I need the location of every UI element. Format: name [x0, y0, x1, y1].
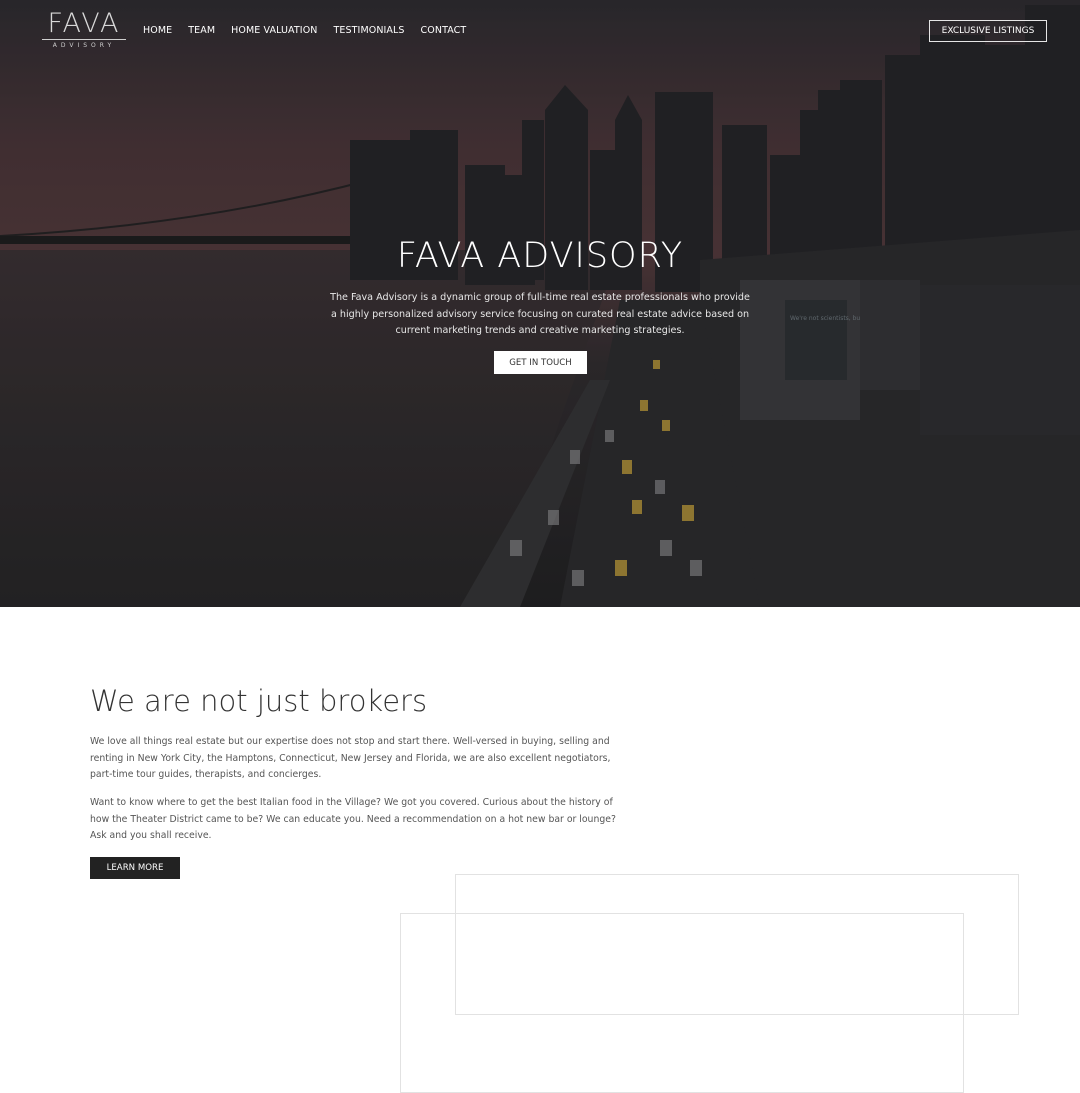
logo-wordmark: FAVA — [47, 8, 121, 39]
nav-team[interactable]: TEAM — [188, 25, 215, 36]
hero-title: FAVA ADVISORY — [396, 236, 684, 276]
hero-description: The Fava Advisory is a dynamic group of … — [330, 292, 750, 336]
exclusive-listings-button[interactable]: EXCLUSIVE LISTINGS — [929, 20, 1047, 42]
nav-home[interactable]: HOME — [143, 25, 172, 36]
hero-section: We're not scientists, but we totally get… — [0, 0, 1080, 607]
fava-advisory-logo[interactable]: FAVA ADVISORY — [42, 10, 126, 50]
nav-testimonials[interactable]: TESTIMONIALS — [334, 25, 405, 36]
logo-rule — [42, 39, 126, 40]
nav-home-valuation[interactable]: HOME VALUATION — [231, 25, 317, 36]
logo-subline: ADVISORY — [52, 42, 116, 49]
nav-contact[interactable]: CONTACT — [421, 25, 467, 36]
main-nav: HOME TEAM HOME VALUATION TESTIMONIALS CO… — [143, 25, 482, 36]
about-title: We are not just brokers — [90, 684, 428, 718]
about-paragraph-1: We love all things real estate but our e… — [90, 736, 611, 781]
learn-more-button[interactable]: LEARN MORE — [90, 857, 180, 879]
about-paragraph-2: Want to know where to get the best Itali… — [90, 797, 616, 842]
decorative-frame-2 — [400, 913, 964, 1093]
get-in-touch-button[interactable]: GET IN TOUCH — [494, 351, 587, 374]
